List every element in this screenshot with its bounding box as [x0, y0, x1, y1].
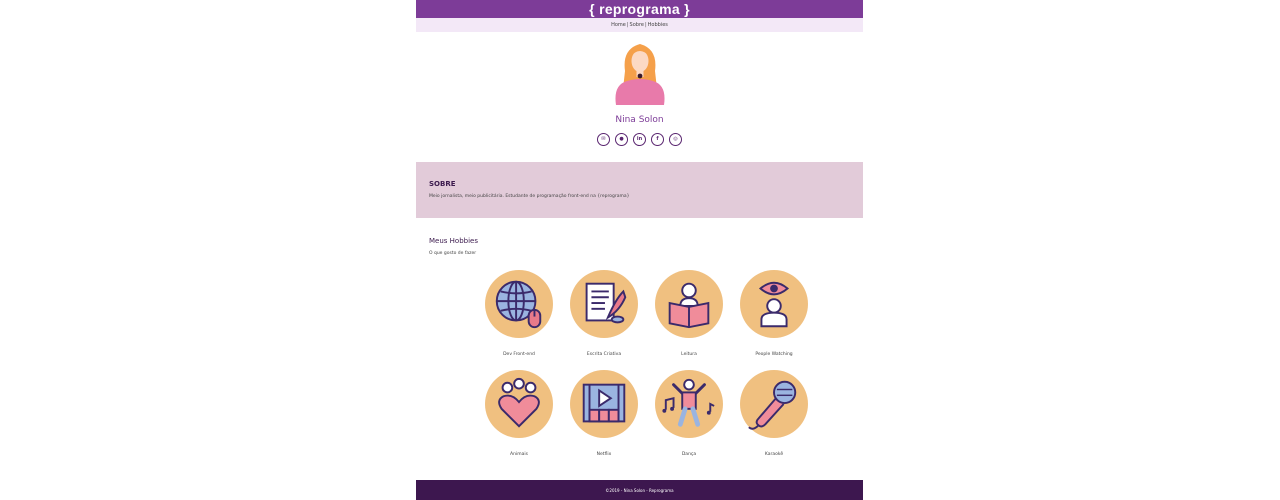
avatar	[615, 44, 665, 105]
hobby-item: Dança	[655, 370, 723, 457]
hobby-label: Escrita Criativa	[586, 352, 622, 357]
github-icon[interactable]: ●	[615, 133, 628, 146]
nav-bar: Home | Sobre | Hobbies	[416, 18, 863, 32]
paper-quill-icon	[585, 282, 627, 324]
facebook-icon[interactable]: f	[651, 133, 664, 146]
hobby-item: Netflix	[570, 370, 638, 457]
profile-section: Nina Solon ✉ ● in f ◎	[416, 32, 863, 162]
hobby-label: Dev Front-end	[503, 352, 535, 357]
profile-name: Nina Solon	[615, 115, 664, 125]
hobby-label: Netflix	[596, 452, 612, 457]
instagram-icon[interactable]: ◎	[669, 133, 682, 146]
footer: ©2019 - Nina Solon - Reprograma	[416, 480, 863, 500]
hobby-label: Dança	[681, 452, 697, 457]
hobby-label: People Watching	[755, 352, 793, 357]
email-icon[interactable]: ✉	[597, 133, 610, 146]
hobby-label: Karaokê	[764, 452, 784, 457]
hobbies-subtitle: O que gosto de fazer	[429, 251, 477, 256]
hobby-label: Animais	[510, 452, 528, 457]
hobby-item: Escrita Criativa	[570, 270, 638, 357]
person-reading-icon	[668, 282, 710, 329]
nav-sobre-link[interactable]: Sobre	[630, 22, 644, 28]
about-title: SOBRE	[429, 180, 456, 188]
nav-separator: |	[644, 22, 647, 28]
eye-person-icon	[758, 281, 790, 328]
about-text: Meio jornalista, meio publicitária. Estu…	[429, 194, 630, 199]
microphone-icon	[748, 380, 797, 430]
hobby-item: People Watching	[740, 270, 808, 357]
header-bar: { reprograma }	[416, 0, 863, 18]
about-section: SOBRE Meio jornalista, meio publicitária…	[416, 162, 863, 218]
hobby-item: Karaokê	[740, 370, 808, 457]
nav-home-link[interactable]: Home	[611, 22, 626, 28]
linkedin-icon[interactable]: in	[633, 133, 646, 146]
dancing-person-icon	[662, 378, 715, 427]
page: { reprograma } Home | Sobre | Hobbies Ni…	[416, 0, 863, 500]
hobby-item: Dev Front-end	[485, 270, 553, 357]
film-play-icon	[582, 383, 626, 423]
heart-paw-icon	[498, 377, 540, 428]
hobby-label: Leitura	[681, 352, 697, 357]
footer-text: ©2019 - Nina Solon - Reprograma	[605, 487, 674, 493]
hobby-item: Leitura	[655, 270, 723, 357]
brand-logo[interactable]: { reprograma }	[589, 1, 690, 17]
hobbies-title: Meus Hobbies	[429, 237, 478, 245]
hobby-item: Animais	[485, 370, 553, 457]
hobbies-section: Meus Hobbies O que gosto de fazer Dev Fr…	[416, 218, 863, 480]
globe-mouse-icon	[495, 280, 542, 329]
nav-separator: |	[626, 22, 629, 28]
nav-hobbies-link[interactable]: Hobbies	[648, 22, 668, 28]
social-links: ✉ ● in f ◎	[416, 133, 863, 146]
